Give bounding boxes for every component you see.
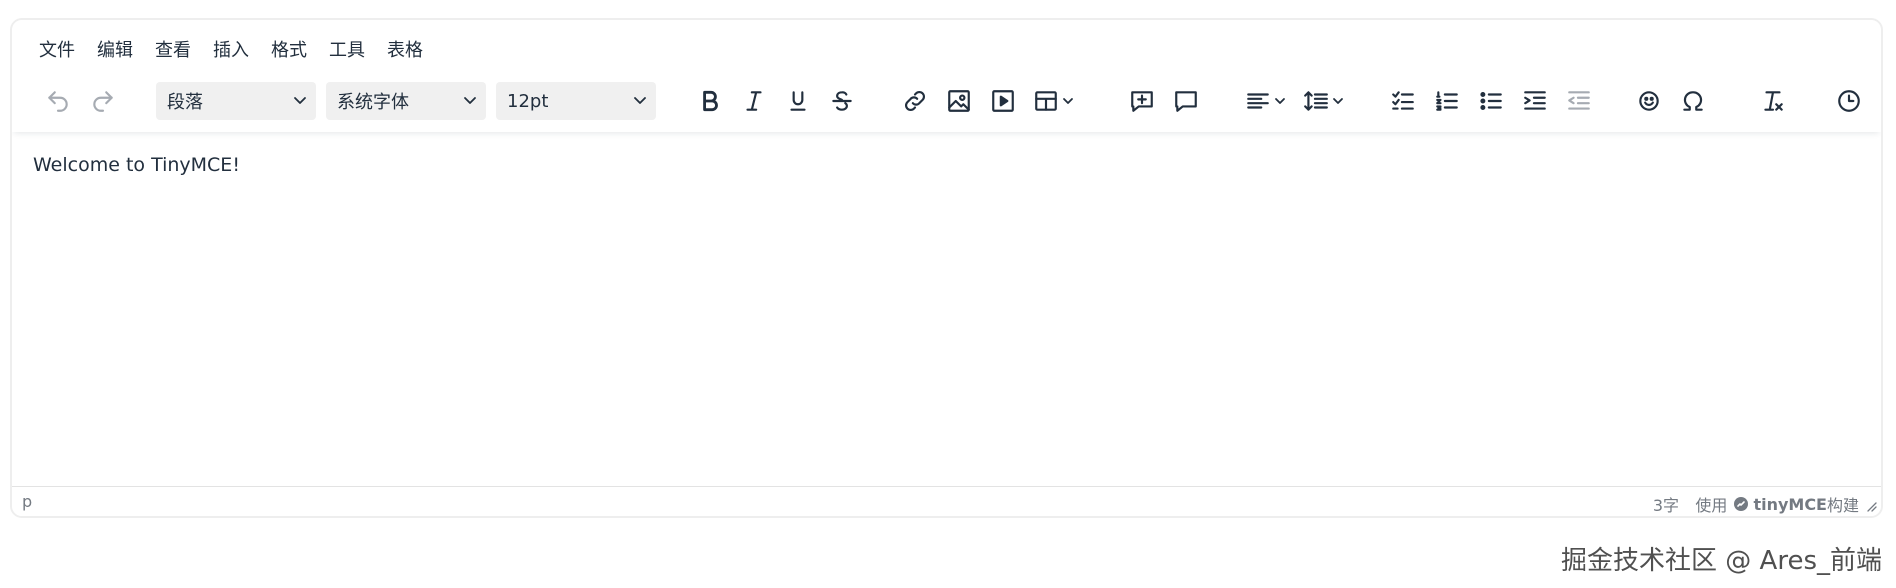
align-left-icon (1247, 93, 1269, 109)
strikethrough-icon (832, 91, 852, 111)
strikethrough-button[interactable] (825, 82, 859, 120)
chevron-down-icon (634, 97, 646, 104)
image-button[interactable] (942, 82, 976, 120)
comments-button[interactable] (1169, 82, 1203, 120)
editor-content-area[interactable]: Welcome to TinyMCE! (12, 132, 1881, 486)
indent-button[interactable] (1518, 82, 1552, 120)
italic-icon (746, 91, 762, 111)
history-icon (1838, 90, 1860, 112)
checklist-button[interactable] (1386, 82, 1420, 120)
redo-button[interactable] (86, 82, 120, 120)
table-icon (1035, 91, 1057, 111)
chevron-down-icon (1063, 98, 1073, 104)
menubar: 文件 编辑 查看 插入 格式 工具 表格 (28, 34, 434, 68)
numbered-list-button[interactable] (1430, 82, 1464, 120)
branding-suffix: 构建 (1826, 496, 1859, 515)
font-size-value: 12pt (507, 90, 549, 112)
underline-icon (790, 91, 806, 111)
branding-name: tinyMCE (1753, 494, 1827, 514)
link-icon (905, 91, 925, 111)
bullet-list-button[interactable] (1474, 82, 1508, 120)
image-icon (948, 90, 970, 112)
outdent-icon (1568, 91, 1590, 110)
chevron-down-icon (464, 97, 476, 104)
menu-tools[interactable]: 工具 (318, 34, 376, 68)
bullet-list-icon (1480, 92, 1502, 110)
bold-icon (703, 90, 718, 112)
chevron-down-icon (1275, 98, 1285, 104)
menu-insert[interactable]: 插入 (202, 34, 260, 68)
numbered-list-icon (1436, 91, 1458, 111)
special-character-button[interactable] (1676, 82, 1710, 120)
tinymce-logo-icon (1734, 497, 1749, 511)
bold-button[interactable] (693, 82, 727, 120)
content-paragraph[interactable]: Welcome to TinyMCE! (33, 154, 1860, 176)
chevron-down-icon (1333, 98, 1343, 104)
menu-table[interactable]: 表格 (376, 34, 434, 68)
link-button[interactable] (898, 82, 932, 120)
checklist-icon (1392, 91, 1414, 110)
table-button[interactable] (1030, 82, 1078, 120)
branding-link[interactable]: 使用 tinyMCE 构建 (1695, 492, 1859, 516)
underline-button[interactable] (781, 82, 815, 120)
italic-button[interactable] (737, 82, 771, 120)
block-format-select[interactable]: 段落 (156, 82, 316, 120)
chevron-down-icon (294, 97, 306, 104)
branding-prefix: 使用 (1695, 496, 1728, 515)
element-path[interactable]: p (22, 492, 32, 511)
media-button[interactable] (986, 82, 1020, 120)
block-format-value: 段落 (167, 92, 203, 113)
statusbar: p 3字 使用 tinyMCE 构建 (12, 486, 1881, 516)
watermark: 掘金技术社区 @ Ares_前端 (1561, 546, 1882, 576)
font-family-select[interactable]: 系统字体 (326, 82, 486, 120)
special-character-icon (1683, 91, 1703, 111)
remove-format-icon (1764, 91, 1783, 111)
menu-edit[interactable]: 编辑 (86, 34, 144, 68)
remove-format-button[interactable] (1756, 82, 1790, 120)
redo-icon (93, 91, 113, 112)
font-size-select[interactable]: 12pt (496, 82, 656, 120)
font-family-value: 系统字体 (337, 92, 409, 113)
align-button[interactable] (1242, 82, 1290, 120)
toolbar: 段落 系统字体 12pt (28, 82, 1868, 122)
line-height-button[interactable] (1300, 82, 1348, 120)
emoticons-icon (1639, 91, 1659, 111)
tinymce-editor: 文件 编辑 查看 插入 格式 工具 表格 段落 系统字体 12pt Welcom… (10, 18, 1883, 518)
resize-handle-icon[interactable] (1865, 500, 1877, 512)
word-count[interactable]: 3字 (1653, 492, 1679, 516)
menu-file[interactable]: 文件 (28, 34, 86, 68)
add-comment-icon (1131, 91, 1153, 112)
comments-icon (1175, 91, 1197, 112)
menu-format[interactable]: 格式 (260, 34, 318, 68)
line-height-icon (1304, 91, 1328, 111)
undo-button[interactable] (41, 82, 75, 120)
media-icon (992, 90, 1014, 112)
indent-icon (1524, 91, 1546, 110)
outdent-button[interactable] (1562, 82, 1596, 120)
editor-header: 文件 编辑 查看 插入 格式 工具 表格 段落 系统字体 12pt (12, 20, 1881, 132)
menu-view[interactable]: 查看 (144, 34, 202, 68)
history-button[interactable] (1832, 82, 1866, 120)
add-comment-button[interactable] (1125, 82, 1159, 120)
undo-icon (48, 91, 68, 112)
emoticons-button[interactable] (1632, 82, 1666, 120)
